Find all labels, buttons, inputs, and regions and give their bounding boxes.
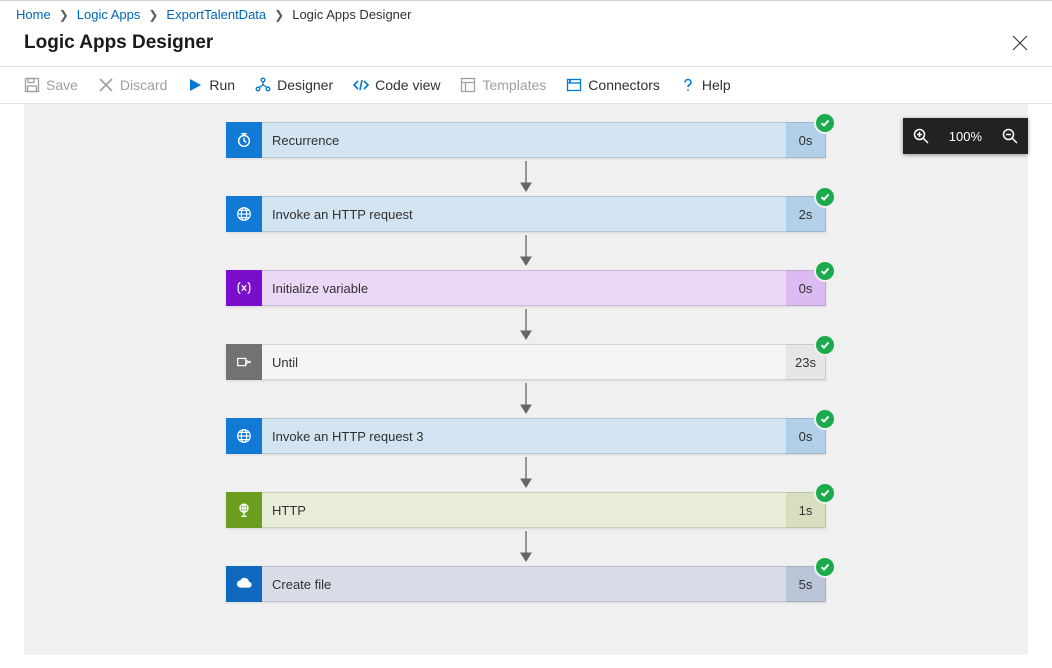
close-icon[interactable] [1012,35,1028,51]
step-recurrence[interactable]: Recurrence 0s [226,122,826,158]
step-http[interactable]: HTTP 1s [226,492,826,528]
step-invoke-http-3[interactable]: Invoke an HTTP request 3 0s [226,418,826,454]
step-until[interactable]: Until 23s [226,344,826,380]
step-invoke-http[interactable]: Invoke an HTTP request 2s [226,196,826,232]
page-title: Logic Apps Designer [24,32,213,54]
designer-canvas[interactable]: Recurrence 0s Invoke an HTTP request 2s [24,104,1028,655]
flow-arrow-icon [518,232,534,270]
chevron-right-icon: ❯ [148,8,158,22]
variable-icon [226,270,262,306]
connectors-button[interactable]: Connectors [566,77,660,93]
flow-arrow-icon [518,380,534,418]
breadcrumb-logic-apps[interactable]: Logic Apps [77,7,141,22]
http-icon [226,492,262,528]
step-title: Recurrence [262,122,786,158]
breadcrumb-home[interactable]: Home [16,7,51,22]
globe-icon [226,196,262,232]
code-view-button[interactable]: Code view [353,77,440,93]
page-header: Logic Apps Designer [0,28,1052,67]
step-title: HTTP [262,492,786,528]
step-create-file[interactable]: Create file 5s [226,566,826,602]
step-initialize-variable[interactable]: Initialize variable 0s [226,270,826,306]
success-check-icon [816,336,834,354]
discard-button[interactable]: Discard [98,77,167,93]
flow-arrow-icon [518,158,534,196]
step-title: Until [262,344,786,380]
discard-icon [98,77,114,93]
cloud-icon [226,566,262,602]
flow-arrow-icon [518,454,534,492]
zoom-in-icon[interactable] [913,128,929,144]
templates-button[interactable]: Templates [460,77,546,93]
chevron-right-icon: ❯ [274,8,284,22]
zoom-out-icon[interactable] [1002,128,1018,144]
help-icon [680,77,696,93]
flow-arrow-icon [518,528,534,566]
step-title: Invoke an HTTP request [262,196,786,232]
play-icon [187,77,203,93]
save-button[interactable]: Save [24,77,78,93]
code-icon [353,77,369,93]
help-button[interactable]: Help [680,77,731,93]
success-check-icon [816,188,834,206]
success-check-icon [816,262,834,280]
chevron-right-icon: ❯ [59,8,69,22]
save-icon [24,77,40,93]
success-check-icon [816,558,834,576]
until-icon [226,344,262,380]
success-check-icon [816,484,834,502]
step-title: Initialize variable [262,270,786,306]
canvas-wrap: Recurrence 0s Invoke an HTTP request 2s [0,104,1052,655]
zoom-control: 100% [903,118,1028,154]
globe-icon [226,418,262,454]
designer-icon [255,77,271,93]
step-title: Create file [262,566,786,602]
run-button[interactable]: Run [187,77,235,93]
toolbar: Save Discard Run Designer Code view Temp… [0,67,1052,104]
success-check-icon [816,114,834,132]
breadcrumb-export-talent-data[interactable]: ExportTalentData [166,7,266,22]
step-title: Invoke an HTTP request 3 [262,418,786,454]
templates-icon [460,77,476,93]
breadcrumb: Home ❯ Logic Apps ❯ ExportTalentData ❯ L… [0,1,1052,28]
flow-arrow-icon [518,306,534,344]
breadcrumb-current: Logic Apps Designer [292,7,411,22]
connectors-icon [566,77,582,93]
clock-icon [226,122,262,158]
designer-button[interactable]: Designer [255,77,333,93]
success-check-icon [816,410,834,428]
zoom-level: 100% [945,129,986,144]
